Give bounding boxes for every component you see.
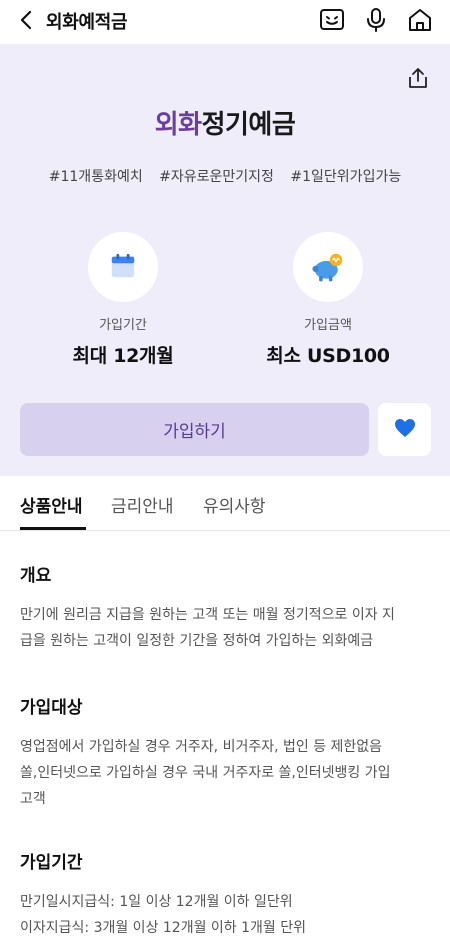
join-button[interactable]: 가입하기 [20,403,369,456]
product-title: 외화정기예금 [0,104,450,141]
product-tag: #자유로운만기지정 [159,169,274,185]
text-line: 만기에 원리금 지급을 원하는 고객 또는 매월 정기적으로 이자 지 [20,607,395,623]
chatbot-icon[interactable] [318,6,346,34]
section-body: 만기에 원리금 지급을 원하는 고객 또는 매월 정기적으로 이자 지 급을 원… [20,602,430,654]
section-title: 가입대상 [20,698,83,718]
active-tab-indicator [20,527,86,530]
section-target: 가입대상 영업점에서 가입하실 경우 거주자, 비거주자, 법인 등 제한없음 … [20,693,430,812]
chevron-left-icon[interactable] [16,9,38,31]
page-title: 외화예적금 [46,12,128,33]
calendar-icon [111,253,135,278]
product-tags: #11개통화예치 #자유로운만기지정 #1일단위가입가능 [0,166,450,186]
text-line: 쏠,인터넷으로 가입하실 경우 국내 거주자로 쏠,인터넷뱅킹 가입 [20,765,391,781]
text-line: 급을 원하는 고객이 일정한 기간을 정하여 가입하는 외화예금 [20,633,374,649]
text-line: 만기일시지급식: 1일 이상 12개월 이하 일단위 [20,894,293,910]
period-label: 가입기간 [99,318,147,333]
product-title-accent: 외화 [154,110,202,140]
piggy-icon-circle [293,232,363,302]
product-details: 개요 만기에 원리금 지급을 원하는 고객 또는 매월 정기적으로 이자 지 급… [20,531,430,941]
section-title: 개요 [20,566,52,586]
tab-notices[interactable]: 유의사항 [203,492,266,517]
tab-rate-info[interactable]: 금리안내 [111,492,174,517]
amount-info: 가입금액 최소 USD100 [238,232,418,368]
amount-value: 최소 USD100 [266,345,390,367]
heart-icon [394,419,415,437]
amount-label: 가입금액 [304,318,352,333]
share-icon[interactable] [406,66,430,90]
top-bar: 외화예적금 [0,0,450,44]
section-term: 가입기간 만기일시지급식: 1일 이상 12개월 이하 일단위 이자지급식: 3… [20,848,430,941]
product-tag: #11개통화예치 [48,169,143,185]
text-line: 이자지급식: 3개월 이상 12개월 이하 1개월 단위 [20,920,307,936]
piggy-bank-icon [312,253,343,282]
microphone-icon[interactable] [362,6,390,34]
favorite-button[interactable] [378,403,431,456]
section-body: 영업점에서 가입하실 경우 거주자, 비거주자, 법인 등 제한없음 쏠,인터넷… [20,734,430,812]
calendar-icon-circle [88,232,158,302]
period-info: 가입기간 최대 12개월 [33,232,213,368]
product-tabs: 상품안내 금리안내 유의사항 [0,476,450,531]
section-overview: 개요 만기에 원리금 지급을 원하는 고객 또는 매월 정기적으로 이자 지 급… [20,561,430,654]
product-tag: #1일단위가입가능 [290,169,402,185]
home-icon[interactable] [406,6,434,34]
product-title-rest: 정기예금 [201,110,296,140]
tab-product-info[interactable]: 상품안내 [20,492,83,517]
text-line: 영업점에서 가입하실 경우 거주자, 비거주자, 법인 등 제한없음 [20,739,383,755]
period-value: 최대 12개월 [72,345,174,367]
product-hero: 외화정기예금 #11개통화예치 #자유로운만기지정 #1일단위가입가능 가입기간… [0,44,450,476]
text-line: 고객 [20,791,46,807]
section-body: 만기일시지급식: 1일 이상 12개월 이하 일단위 이자지급식: 3개월 이상… [20,889,430,941]
section-title: 가입기간 [20,853,83,873]
